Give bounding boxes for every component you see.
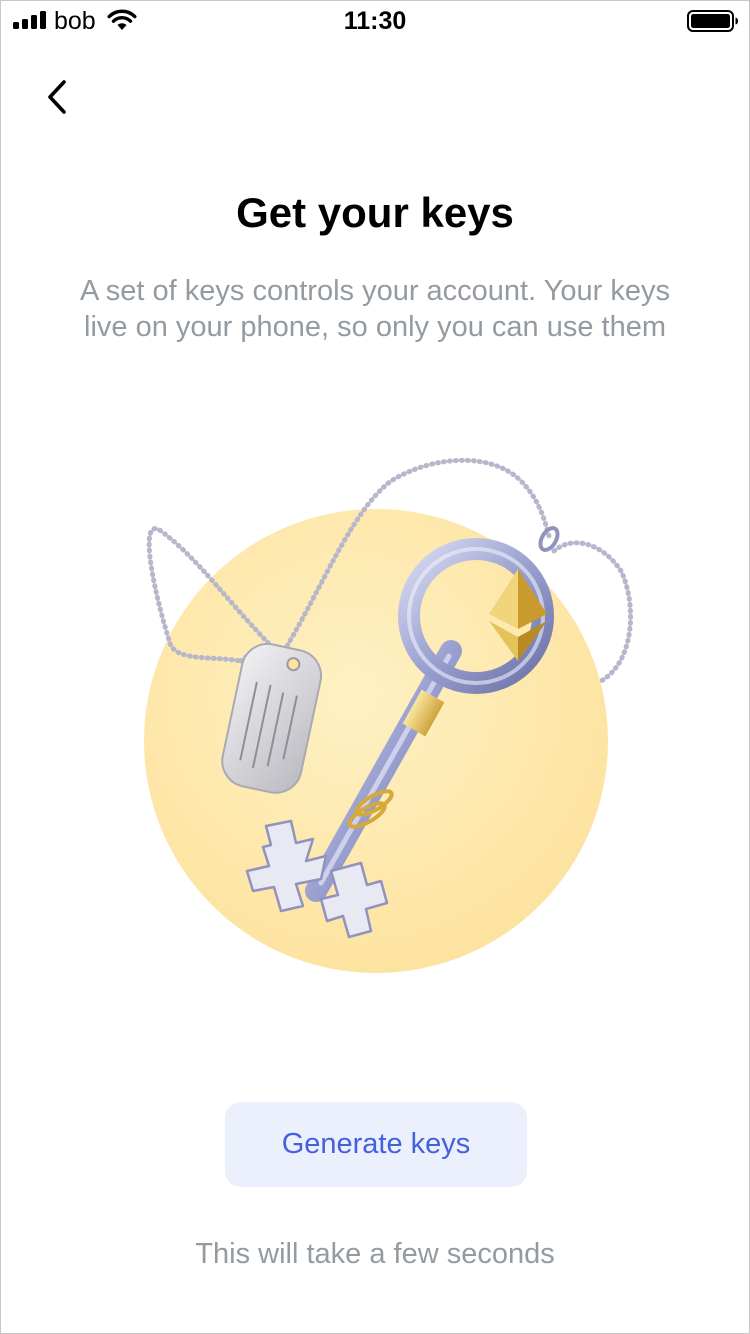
generate-keys-button[interactable]: Generate keys [225,1102,527,1187]
battery-icon [687,10,738,32]
keys-illustration [144,457,633,973]
chevron-left-icon [48,80,66,114]
back-button[interactable] [31,71,81,123]
page-subtitle: A set of keys controls your account. You… [80,275,670,343]
generate-hint: This will take a few seconds [195,1238,555,1270]
status-time: 11:30 [343,7,407,35]
page-title: Get your keys [236,189,514,236]
get-keys-screen: bob 11:30 Get your keys A set of keys co… [0,0,750,1334]
status-bar: bob 11:30 [1,1,749,41]
